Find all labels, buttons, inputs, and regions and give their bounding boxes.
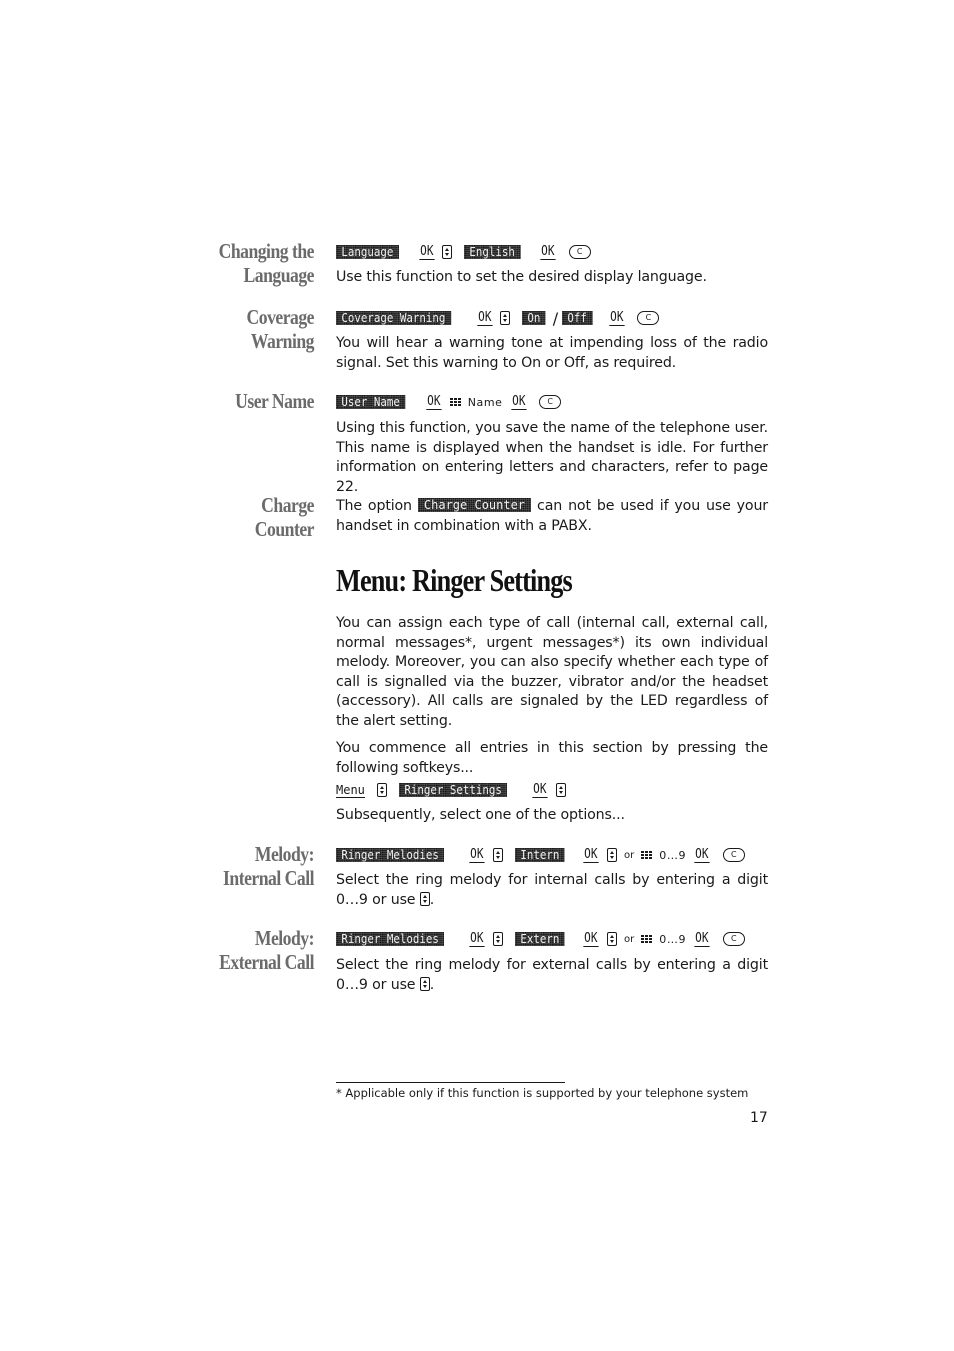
c-key-icon[interactable]: C xyxy=(722,848,745,862)
display-key-charge-counter[interactable]: Charge Counter xyxy=(418,498,531,512)
heading-user-name: User Name xyxy=(196,389,314,413)
up-down-arrow-icon[interactable] xyxy=(607,932,618,946)
c-key-icon[interactable]: C xyxy=(568,245,591,259)
description-melody-internal: Select the ring melody for internal call… xyxy=(336,871,768,910)
key-sequence-melody-internal: Ringer Melodies OK Intern OK or 0…9 OK C xyxy=(336,846,745,864)
description-language: Use this function to set the desired dis… xyxy=(336,269,707,285)
up-down-arrow-icon[interactable] xyxy=(493,848,504,862)
ok-key[interactable]: OK xyxy=(476,310,492,326)
ok-key[interactable]: OK xyxy=(694,847,710,863)
key-sequence-coverage: Coverage Warning OK On / Off OK C xyxy=(336,308,660,328)
footnote-divider xyxy=(336,1082,565,1083)
description-coverage: You will hear a warning tone at impendin… xyxy=(336,335,768,371)
up-down-arrow-icon[interactable] xyxy=(500,311,511,325)
footnote: * Applicable only if this function is su… xyxy=(336,1086,749,1100)
up-down-arrow-icon[interactable] xyxy=(493,932,504,946)
keypad-icon[interactable] xyxy=(641,851,653,859)
digit-range: 0…9 xyxy=(659,848,687,862)
ringer-subsequently: Subsequently, select one of the options.… xyxy=(336,807,625,823)
display-key-ringer-melodies[interactable]: Ringer Melodies xyxy=(336,932,444,946)
up-down-arrow-icon xyxy=(419,976,430,991)
description-charge-counter: The option Charge Counter can not be use… xyxy=(336,497,768,536)
display-key-on[interactable]: On xyxy=(522,311,546,325)
separator: / xyxy=(552,308,559,328)
display-key-off[interactable]: Off xyxy=(562,311,592,325)
text: . xyxy=(429,891,435,908)
heading-line: Melody: xyxy=(254,842,315,866)
heading-line: Coverage xyxy=(246,305,315,329)
display-key-english[interactable]: English xyxy=(464,245,520,259)
up-down-arrow-icon[interactable] xyxy=(607,848,618,862)
page-number: 17 xyxy=(750,1110,768,1126)
heading-line: Warning xyxy=(250,329,315,353)
ok-key[interactable]: OK xyxy=(419,244,435,260)
heading-line: Language xyxy=(243,263,315,287)
display-key-user-name[interactable]: User Name xyxy=(336,395,405,409)
ok-key[interactable]: OK xyxy=(532,782,548,798)
ok-key[interactable]: OK xyxy=(583,847,599,863)
heading-coverage-warning: Coverage Warning xyxy=(196,305,315,353)
c-key-icon[interactable]: C xyxy=(637,311,660,325)
heading-melody-internal: Melody: Internal Call xyxy=(196,842,314,890)
heading-line: Internal Call xyxy=(223,866,314,890)
key-sequence-language: Language OK English OK C xyxy=(336,243,591,261)
ok-key[interactable]: OK xyxy=(469,847,485,863)
or-label: or xyxy=(624,849,635,861)
ok-key[interactable]: OK xyxy=(583,931,599,947)
ringer-intro: You can assign each type of call (intern… xyxy=(336,615,768,729)
ok-key[interactable]: OK xyxy=(609,310,625,326)
heading-line: Charge xyxy=(261,493,314,517)
keypad-icon[interactable] xyxy=(449,398,461,406)
name-input-label: Name xyxy=(467,395,503,409)
display-key-ringer-settings[interactable]: Ringer Settings xyxy=(399,783,507,797)
keypad-icon[interactable] xyxy=(641,935,653,943)
c-key-icon[interactable]: C xyxy=(539,395,562,409)
heading-melody-external: Melody: External Call xyxy=(196,926,314,974)
up-down-arrow-icon[interactable] xyxy=(376,783,387,797)
heading-line: Changing the xyxy=(218,239,315,263)
ok-key[interactable]: OK xyxy=(469,931,485,947)
ok-key[interactable]: OK xyxy=(694,931,710,947)
up-down-arrow-icon xyxy=(419,891,430,906)
heading-line: External Call xyxy=(219,950,314,974)
ringer-commence: You commence all entries in this section… xyxy=(336,740,768,776)
ok-key[interactable]: OK xyxy=(426,394,442,410)
up-down-arrow-icon[interactable] xyxy=(555,783,566,797)
ok-key[interactable]: OK xyxy=(540,244,556,260)
key-sequence-ringer: Menu Ringer Settings OK xyxy=(336,781,566,799)
description-user-name: Using this function, you save the name o… xyxy=(336,420,768,495)
heading-line: Counter xyxy=(254,517,315,541)
text: Select the ring melody for internal call… xyxy=(336,872,768,908)
heading-line: User Name xyxy=(235,389,314,413)
key-sequence-melody-external: Ringer Melodies OK Extern OK or 0…9 OK C xyxy=(336,930,745,948)
digit-range: 0…9 xyxy=(659,932,687,946)
text: The option xyxy=(336,498,412,514)
menu-key[interactable]: Menu xyxy=(336,783,365,798)
description-melody-external: Select the ring melody for external call… xyxy=(336,956,768,995)
c-key-icon[interactable]: C xyxy=(722,932,745,946)
display-key-ringer-melodies[interactable]: Ringer Melodies xyxy=(336,848,444,862)
display-key-coverage-warning[interactable]: Coverage Warning xyxy=(336,311,451,325)
section-title: Menu: Ringer Settings xyxy=(336,562,573,598)
ok-key[interactable]: OK xyxy=(510,394,526,410)
heading-charge-counter: Charge Counter xyxy=(196,493,315,541)
heading-changing-language: Changing the Language xyxy=(196,239,315,287)
display-key-intern[interactable]: Intern xyxy=(515,848,565,862)
heading-line: Melody: xyxy=(254,926,315,950)
or-label: or xyxy=(624,933,635,945)
display-key-language[interactable]: Language xyxy=(336,245,399,259)
text: Select the ring melody for external call… xyxy=(336,957,768,993)
up-down-arrow-icon[interactable] xyxy=(442,245,453,259)
text: . xyxy=(429,976,435,993)
display-key-extern[interactable]: Extern xyxy=(515,932,565,946)
key-sequence-user-name: User Name OK Name OK C xyxy=(336,393,562,411)
